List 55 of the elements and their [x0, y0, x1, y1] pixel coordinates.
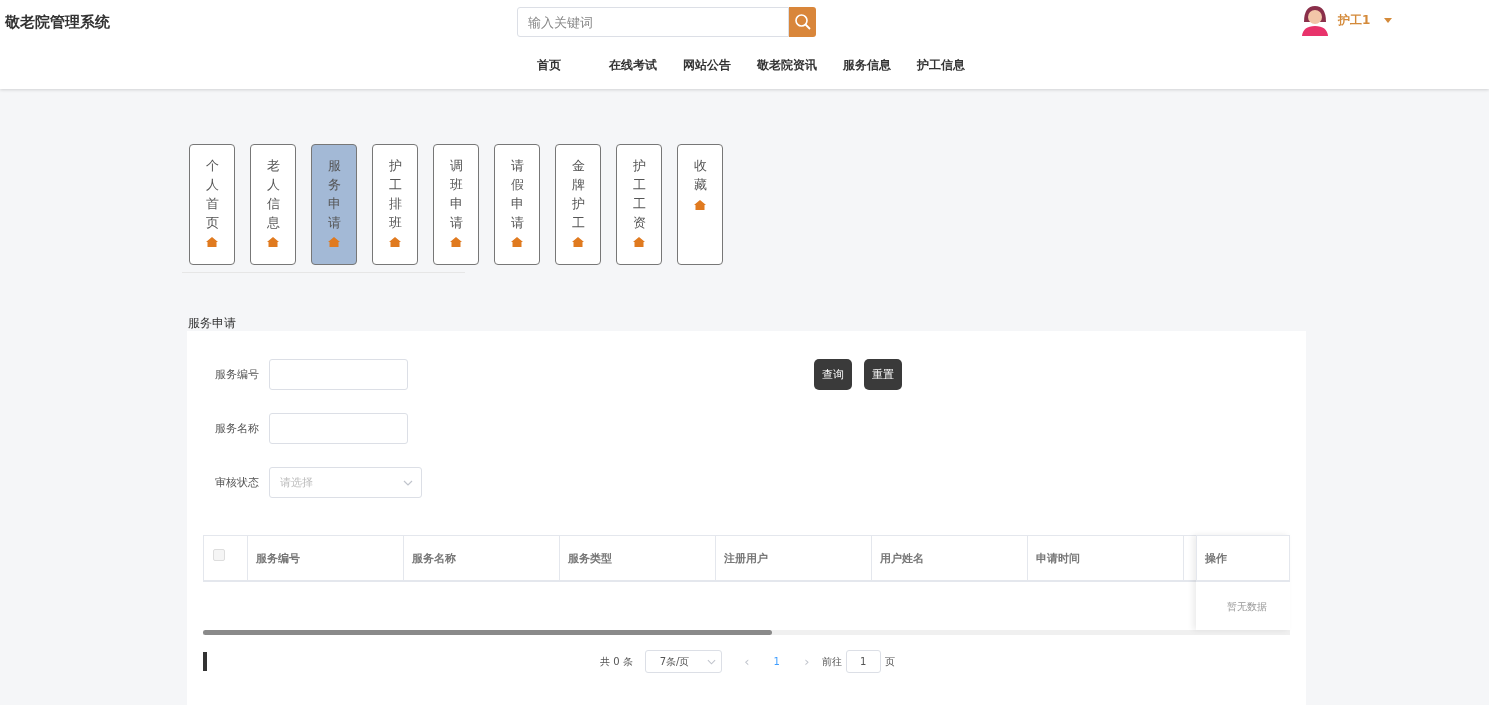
checkbox[interactable]: [213, 549, 225, 561]
search-field[interactable]: 输入关键词: [517, 7, 789, 37]
column-header: 申请时间: [1028, 536, 1184, 580]
caret-icon[interactable]: [1384, 17, 1393, 23]
search-icon: [793, 13, 812, 31]
column-header: 服务名称: [404, 536, 560, 580]
section-title: 服务申请: [188, 315, 237, 331]
field-label: 服务编号: [214, 367, 259, 382]
avatar-icon: [1300, 4, 1330, 36]
field-label: 服务名称: [214, 421, 259, 436]
column-header: 服务编号: [248, 536, 404, 580]
house-icon: [633, 237, 645, 248]
nav-link[interactable]: 服务信息: [836, 53, 898, 78]
house-icon: [328, 237, 340, 248]
menu-tile[interactable]: 请假申请: [494, 144, 540, 265]
nav-link[interactable]: 首页: [530, 53, 568, 78]
nav-link[interactable]: 护工信息: [910, 53, 972, 78]
field-label: 审核状态: [214, 475, 259, 490]
menu-tile[interactable]: 护工工资: [616, 144, 662, 265]
house-icon: [694, 199, 706, 210]
scrollbar-thumb[interactable]: [203, 630, 772, 635]
page-suffix: 页: [884, 654, 895, 669]
chevron-down-icon: [403, 479, 413, 486]
nav-link[interactable]: 在线考试: [602, 53, 664, 78]
input-field[interactable]: [269, 413, 408, 444]
column-header: 操作: [1196, 535, 1290, 582]
house-icon: [511, 237, 523, 248]
site-title: 敬老院管理系统: [5, 13, 110, 32]
menu-tile[interactable]: 服务申请: [311, 144, 357, 265]
column-header: 用户姓名: [872, 536, 1028, 580]
column-header: 注册用户: [716, 536, 872, 580]
menu-tile[interactable]: 老人信息: [250, 144, 296, 265]
column-header: 服务类型: [560, 536, 716, 580]
action-button[interactable]: 查询: [814, 359, 852, 390]
total-count: 共 0 条: [600, 654, 633, 669]
menu-tile[interactable]: 调班申请: [433, 144, 479, 265]
house-icon: [450, 237, 462, 248]
menu-tile[interactable]: 个人首页: [189, 144, 235, 265]
search-button[interactable]: [789, 7, 816, 37]
nav-link[interactable]: 敬老院资讯: [750, 53, 824, 78]
menu-tile[interactable]: 收藏: [677, 144, 723, 265]
page-size-select[interactable]: 7条/页: [644, 650, 722, 673]
house-icon: [267, 237, 279, 248]
chevron-down-icon: [706, 658, 716, 665]
menu-tile[interactable]: 金牌护工: [555, 144, 601, 265]
page-input[interactable]: 1: [845, 650, 881, 673]
house-icon: [572, 237, 584, 248]
house-icon: [389, 237, 401, 248]
house-icon: [206, 237, 218, 248]
empty-text: 暂无数据: [1226, 600, 1268, 614]
menu-tile[interactable]: 护工排班: [372, 144, 418, 265]
goto-label: 前往: [821, 654, 842, 669]
input-field[interactable]: [269, 359, 408, 390]
nav-link[interactable]: 网站公告: [676, 53, 738, 78]
action-button[interactable]: 重置: [864, 359, 902, 390]
